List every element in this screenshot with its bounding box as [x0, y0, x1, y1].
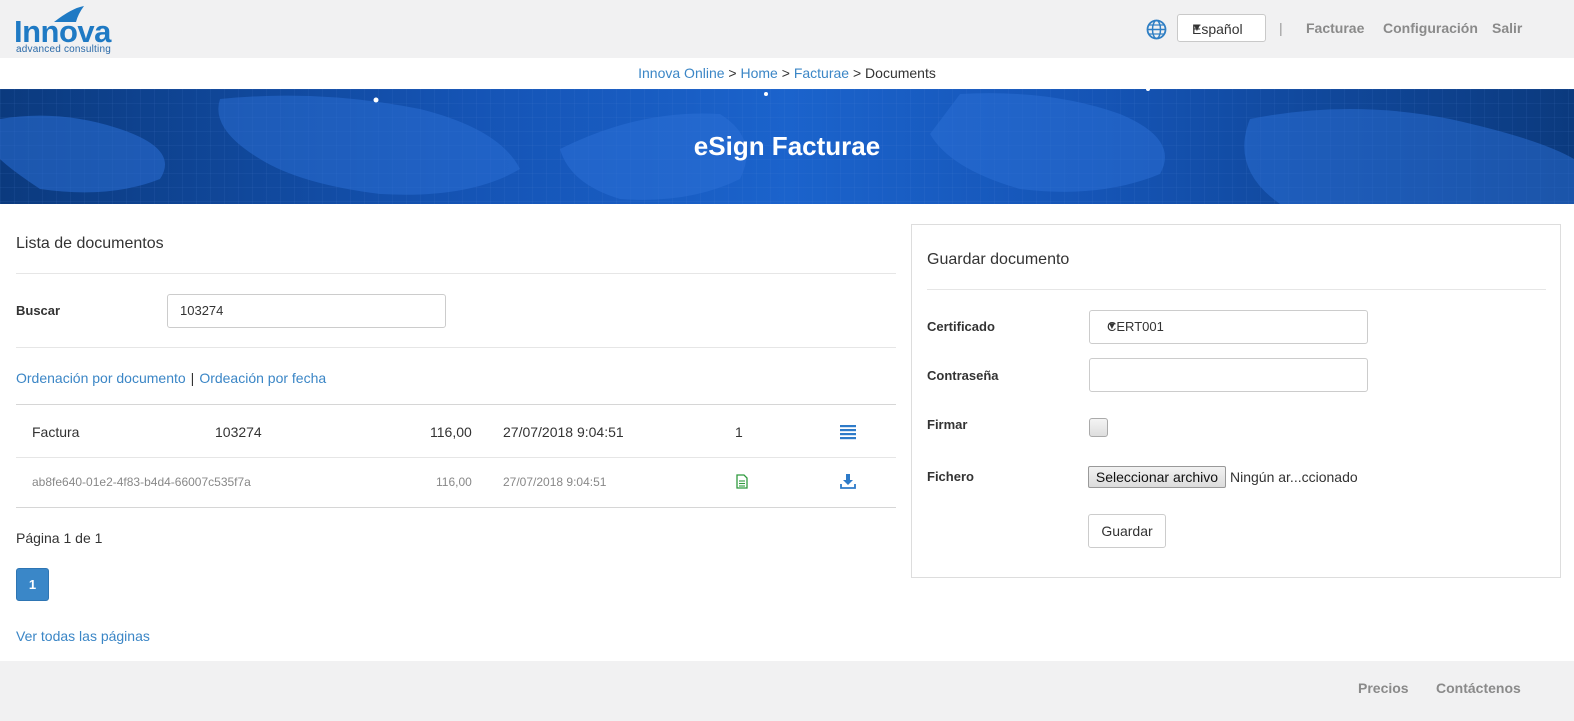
table-bottom-border: [16, 507, 896, 508]
doc-amount: 116,00: [430, 424, 472, 440]
breadcrumb-current: Documents: [865, 65, 936, 81]
certificate-label: Certificado: [927, 319, 995, 334]
doc-count: 1: [735, 424, 743, 440]
nav-link-configuracion[interactable]: Configuración: [1383, 20, 1478, 36]
sort-options: Ordenación por documento | Ordeación por f…: [16, 370, 326, 386]
password-label: Contraseña: [927, 368, 999, 383]
breadcrumb-separator: >: [781, 65, 790, 81]
logo-subtext: advanced consulting: [16, 44, 111, 55]
doc-date: 27/07/2018 9:04:51: [503, 475, 607, 489]
row-divider: [16, 457, 896, 458]
certificate-select[interactable]: CERT001 ▼: [1089, 310, 1368, 344]
divider: [16, 347, 896, 348]
language-select[interactable]: Español ▼: [1177, 14, 1266, 42]
banner-title: eSign Facturae: [693, 131, 881, 161]
footer: Precios Contáctenos: [0, 661, 1574, 721]
sign-checkbox[interactable]: [1089, 418, 1108, 437]
save-button[interactable]: Guardar: [1088, 514, 1166, 548]
top-bar: Innova advanced consulting Español ▼ | F…: [0, 0, 1574, 58]
nav-separator: |: [1279, 20, 1283, 36]
doc-type: Factura: [32, 424, 80, 440]
sort-by-date-link[interactable]: Ordeación por fecha: [199, 370, 326, 386]
doc-date: 27/07/2018 9:04:51: [503, 424, 624, 440]
doc-number: 103274: [215, 424, 262, 440]
hero-banner: eSign Facturae: [0, 89, 1574, 204]
search-input[interactable]: 103274: [167, 294, 446, 328]
search-label: Buscar: [16, 303, 61, 318]
breadcrumb-separator: >: [728, 65, 737, 81]
sort-separator: |: [190, 370, 195, 386]
divider: [927, 289, 1546, 290]
globe-icon: [1146, 19, 1167, 40]
footer-link-precios[interactable]: Precios: [1358, 680, 1409, 696]
breadcrumb-innova-online[interactable]: Innova Online: [638, 65, 724, 81]
breadcrumb-separator: >: [852, 65, 862, 81]
documents-title: Lista de documentos: [16, 235, 164, 252]
nav-link-facturae[interactable]: Facturae: [1306, 20, 1364, 36]
divider: [16, 273, 896, 274]
breadcrumb-facturae[interactable]: Facturae: [794, 65, 849, 81]
sign-label: Firmar: [927, 417, 968, 432]
save-document-panel: [911, 224, 1561, 578]
page-info: Página 1 de 1: [16, 530, 103, 546]
file-label: Fichero: [927, 469, 974, 484]
nav-link-salir[interactable]: Salir: [1492, 20, 1522, 36]
sort-by-document-link[interactable]: Ordenación por documento: [16, 370, 186, 386]
save-form-title: Guardar documento: [927, 251, 1070, 268]
pagination-page-1[interactable]: 1: [16, 568, 49, 601]
footer-link-contactenos[interactable]: Contáctenos: [1436, 680, 1521, 696]
logo-text: Innova: [14, 14, 111, 49]
breadcrumb: Innova Online > Home > Facturae > Docume…: [0, 58, 1574, 89]
document-icon[interactable]: [736, 474, 748, 489]
table-top-border: [16, 404, 896, 405]
doc-amount: 116,00: [436, 475, 472, 489]
chevron-down-icon: ▼: [1192, 23, 1202, 34]
breadcrumb-home[interactable]: Home: [741, 65, 778, 81]
list-icon[interactable]: [839, 424, 857, 440]
download-icon[interactable]: [840, 474, 856, 489]
doc-id: ab8fe640-01e2-4f83-b4d4-66007c535f7a: [32, 475, 251, 489]
file-select-button[interactable]: Seleccionar archivo: [1088, 466, 1226, 488]
password-field[interactable]: [1089, 358, 1368, 392]
chevron-down-icon: ▼: [1107, 321, 1117, 332]
view-all-pages-link[interactable]: Ver todas las páginas: [16, 628, 150, 644]
innova-logo[interactable]: Innova advanced consulting: [14, 4, 139, 56]
file-status-text: Ningún ar...ccionado: [1230, 469, 1358, 485]
